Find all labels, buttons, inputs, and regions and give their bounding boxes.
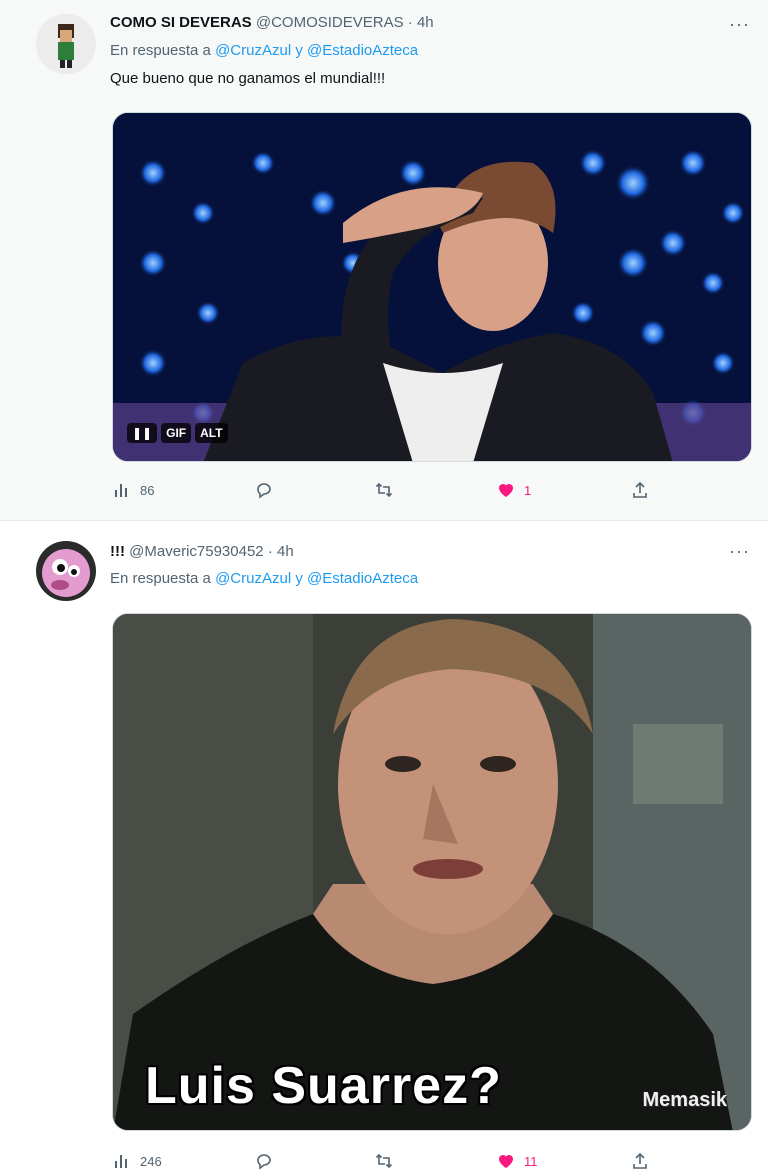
views-icon: [115, 1155, 127, 1168]
gif-image: [113, 113, 751, 461]
views-button[interactable]: 86: [112, 480, 154, 500]
media-badges: ❚❚ GIF ALT: [127, 423, 228, 443]
reply-button[interactable]: [254, 480, 274, 500]
reply-button[interactable]: [254, 1151, 274, 1171]
avatar[interactable]: [36, 541, 96, 601]
mention-link[interactable]: @CruzAzul: [215, 570, 291, 587]
retweet-button[interactable]: [374, 480, 394, 500]
pause-icon[interactable]: ❚❚: [127, 423, 158, 443]
watermark: Memasik: [642, 1089, 728, 1111]
timestamp[interactable]: 4h: [277, 543, 294, 560]
retweet-icon: [375, 1153, 393, 1169]
gif-media[interactable]: ❚❚ GIF ALT: [112, 112, 752, 462]
share-icon: [633, 1152, 647, 1169]
separator-dot: ·: [267, 543, 273, 560]
mention-link[interactable]: @EstadioAzteca: [307, 570, 418, 587]
likes-count: 1: [524, 482, 532, 498]
tweet-header: !!! @Maveric75930452 · 4h: [110, 543, 294, 560]
alt-badge[interactable]: ALT: [195, 423, 228, 443]
timestamp[interactable]: 4h: [417, 14, 434, 31]
like-button[interactable]: 1: [496, 480, 531, 500]
reply-prefix: En respuesta a: [110, 42, 211, 59]
reply-join: y: [295, 42, 303, 59]
reply-context: En respuesta a @CruzAzul y @EstadioAztec…: [110, 570, 418, 587]
heart-icon: [499, 1155, 513, 1168]
display-name[interactable]: !!!: [110, 543, 125, 560]
action-bar: 86 1: [112, 480, 652, 504]
more-icon[interactable]: ···: [729, 14, 750, 35]
action-bar: 246 11: [112, 1151, 652, 1175]
image-caption: Luis Suarrez?: [145, 1057, 502, 1115]
user-handle[interactable]: @Maveric75930452: [129, 543, 263, 560]
like-button[interactable]: 11: [496, 1151, 538, 1171]
share-button[interactable]: [630, 1151, 650, 1171]
meme-image: [113, 614, 751, 1130]
separator-dot: ·: [407, 14, 413, 31]
reply-icon: [257, 483, 271, 499]
views-button[interactable]: 246: [112, 1151, 162, 1171]
reply-join: y: [295, 570, 303, 587]
retweet-button[interactable]: [374, 1151, 394, 1171]
mention-link[interactable]: @EstadioAzteca: [307, 42, 418, 59]
user-handle[interactable]: @COMOSIDEVERAS: [256, 14, 404, 31]
tweet-header: COMO SI DEVERAS @COMOSIDEVERAS · 4h: [110, 14, 434, 31]
more-icon[interactable]: ···: [729, 541, 750, 562]
reply-icon: [257, 1154, 271, 1170]
tweet[interactable]: COMO SI DEVERAS @COMOSIDEVERAS · 4h ··· …: [0, 0, 768, 520]
reply-context: En respuesta a @CruzAzul y @EstadioAztec…: [110, 42, 418, 59]
retweet-icon: [375, 482, 393, 498]
likes-count: 11: [524, 1153, 538, 1169]
gif-badge: GIF: [161, 423, 192, 443]
share-icon: [633, 481, 647, 498]
image-media[interactable]: Luis Suarrez? Memasik: [112, 613, 752, 1131]
views-count: 86: [140, 482, 155, 498]
views-icon: [115, 484, 127, 497]
tweet[interactable]: !!! @Maveric75930452 · 4h ··· En respues…: [0, 520, 768, 1176]
share-button[interactable]: [630, 480, 650, 500]
heart-icon: [499, 484, 513, 497]
tweet-text: Que bueno que no ganamos el mundial!!!: [110, 70, 386, 87]
mention-link[interactable]: @CruzAzul: [215, 42, 291, 59]
avatar[interactable]: [36, 14, 96, 74]
reply-prefix: En respuesta a: [110, 570, 211, 587]
display-name[interactable]: COMO SI DEVERAS: [110, 14, 252, 31]
views-count: 246: [140, 1153, 162, 1169]
